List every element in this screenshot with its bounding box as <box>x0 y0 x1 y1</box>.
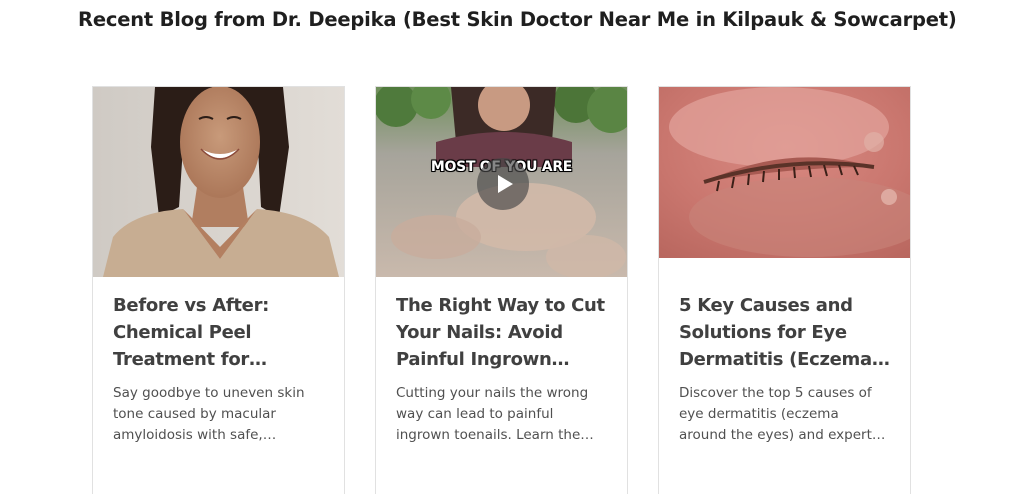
blog-card-1[interactable]: Before vs After: Chemical Peel Treatment… <box>92 86 345 494</box>
blog-card-title[interactable]: 5 Key Causes and Solutions for Eye Derma… <box>679 292 890 373</box>
section-heading: Recent Blog from Dr. Deepika (Best Skin … <box>78 8 957 31</box>
eye-dermatitis-photo <box>659 87 910 258</box>
blog-card-image[interactable] <box>659 87 910 258</box>
blog-card-3[interactable]: 5 Key Causes and Solutions for Eye Derma… <box>658 86 911 494</box>
smiling-woman-photo <box>93 87 344 277</box>
blog-card-2[interactable]: MOST OF YOU ARE The Right Way to Cut You… <box>375 86 628 494</box>
blog-section: Recent Blog from Dr. Deepika (Best Skin … <box>0 0 1024 494</box>
blog-card-excerpt: Cutting your nails the wrong way can lea… <box>396 385 594 443</box>
blog-card-video[interactable]: MOST OF YOU ARE <box>376 87 627 277</box>
blog-card-title[interactable]: The Right Way to Cut Your Nails: Avoid P… <box>396 292 607 373</box>
play-icon[interactable] <box>477 158 529 210</box>
blog-card-excerpt: Discover the top 5 causes of eye dermati… <box>679 385 886 443</box>
blog-card-image[interactable] <box>93 87 344 277</box>
blog-card-title[interactable]: Before vs After: Chemical Peel Treatment… <box>113 292 324 373</box>
blog-card-excerpt: Say goodbye to uneven skin tone caused b… <box>113 385 305 443</box>
